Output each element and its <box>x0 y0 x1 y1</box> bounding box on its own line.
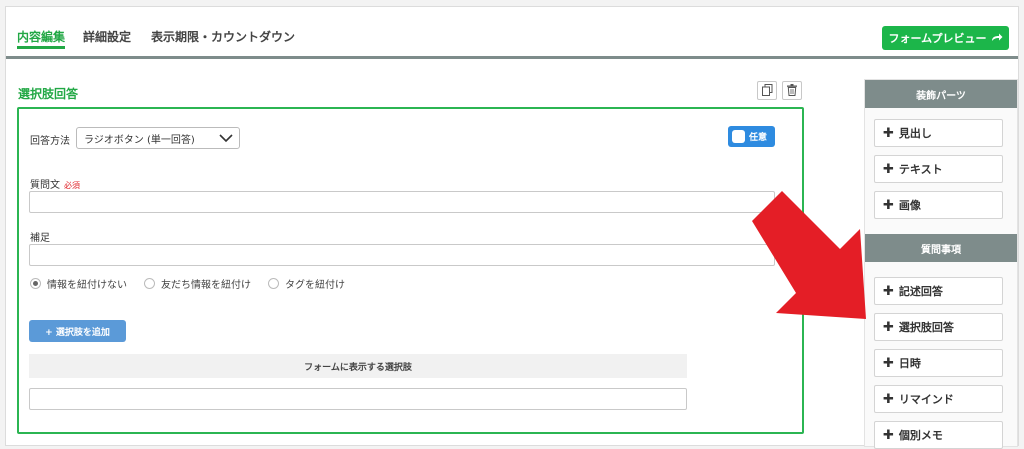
supplement-label: 補足 <box>30 233 50 244</box>
radio-friend-info[interactable]: 友だち情報を紐付け <box>144 276 251 291</box>
part-label: 選択肢回答 <box>898 321 954 334</box>
part-label: テキスト <box>898 163 943 176</box>
copy-button[interactable] <box>757 81 777 100</box>
radio-no-link-label: 情報を紐付けない <box>47 280 127 291</box>
delete-button[interactable] <box>782 81 802 100</box>
form-preview-button[interactable]: フォームプレビュー <box>882 26 1009 50</box>
plus-icon: ✚ <box>883 125 894 141</box>
plus-icon: ✚ <box>883 427 894 443</box>
chevron-down-icon <box>219 132 233 147</box>
tab-detail-settings[interactable]: 詳細設定 <box>83 28 131 45</box>
choice-question-card: 回答方法 ラジオボタン (単一回答) 任意 質問文 必須 補足 情報を紐付けない … <box>17 107 804 434</box>
toggle-knob <box>732 130 745 143</box>
question-text-input[interactable] <box>29 191 775 213</box>
link-option-group: 情報を紐付けない 友だち情報を紐付け タグを紐付け <box>30 276 345 291</box>
part-free-text-button[interactable]: ✚ 記述回答 <box>874 277 1003 305</box>
copy-icon <box>761 81 773 100</box>
add-choice-button[interactable]: + 選択肢を追加 <box>29 320 126 342</box>
part-choice-button[interactable]: ✚ 選択肢回答 <box>874 313 1003 341</box>
question-items-header: 質問事項 <box>865 234 1017 262</box>
part-memo-button[interactable]: ✚ 個別メモ <box>874 421 1003 449</box>
plus-icon: ✚ <box>883 197 894 213</box>
form-preview-label: フォームプレビュー <box>888 32 987 45</box>
radio-tag[interactable]: タグを紐付け <box>268 276 345 291</box>
trash-icon <box>787 81 797 100</box>
part-text-button[interactable]: ✚ テキスト <box>874 155 1003 183</box>
question-label: 質問文 必須 <box>30 176 80 191</box>
optional-toggle[interactable]: 任意 <box>728 126 775 147</box>
parts-panel: 装飾パーツ ✚ 見出し ✚ テキスト ✚ 画像 質問事項 ✚ 記述回答 ✚ 選択肢回答 ✚… <box>864 79 1018 449</box>
plus-icon: ✚ <box>883 319 894 335</box>
part-remind-button[interactable]: ✚ リマインド <box>874 385 1003 413</box>
plus-icon: ✚ <box>883 355 894 371</box>
plus-icon: ✚ <box>883 283 894 299</box>
radio-friend-info-label: 友だち情報を紐付け <box>161 280 251 291</box>
radio-tag-label: タグを紐付け <box>285 280 345 291</box>
editor-tabs: 内容編集 詳細設定 表示期限・カウントダウン フォームプレビュー <box>6 7 1018 59</box>
part-label: 日時 <box>898 357 921 370</box>
part-label: 個別メモ <box>898 429 943 442</box>
part-label: 記述回答 <box>898 285 943 298</box>
answer-method-value: ラジオボタン (単一回答) <box>84 134 195 146</box>
share-arrow-icon <box>991 32 1003 45</box>
question-label-text: 質問文 <box>30 180 60 191</box>
tab-display-period[interactable]: 表示期限・カウントダウン <box>151 28 295 45</box>
part-label: リマインド <box>898 393 954 406</box>
required-badge: 必須 <box>64 181 80 190</box>
part-heading-button[interactable]: ✚ 見出し <box>874 119 1003 147</box>
plus-icon: ✚ <box>883 161 894 177</box>
answer-method-label: 回答方法 <box>30 136 70 147</box>
form-editor-frame: 内容編集 詳細設定 表示期限・カウントダウン フォームプレビュー 選択肢回答 回… <box>5 6 1019 449</box>
section-title: 選択肢回答 <box>18 87 79 101</box>
radio-dot <box>268 278 279 289</box>
optional-toggle-label: 任意 <box>749 133 768 143</box>
radio-dot <box>144 278 155 289</box>
decor-parts-header: 装飾パーツ <box>865 80 1017 108</box>
radio-dot-selected <box>30 278 41 289</box>
tab-content-edit[interactable]: 内容編集 <box>17 28 66 49</box>
part-label: 見出し <box>898 127 932 140</box>
red-arrow-annotation-icon <box>746 187 876 331</box>
part-label: 画像 <box>898 199 921 212</box>
choice-input[interactable] <box>29 388 687 410</box>
choices-header: フォームに表示する選択肢 <box>29 354 687 378</box>
plus-icon: ✚ <box>883 391 894 407</box>
part-datetime-button[interactable]: ✚ 日時 <box>874 349 1003 377</box>
supplement-input[interactable] <box>29 244 775 266</box>
part-image-button[interactable]: ✚ 画像 <box>874 191 1003 219</box>
radio-no-link[interactable]: 情報を紐付けない <box>30 276 127 291</box>
answer-method-select[interactable]: ラジオボタン (単一回答) <box>76 127 240 149</box>
